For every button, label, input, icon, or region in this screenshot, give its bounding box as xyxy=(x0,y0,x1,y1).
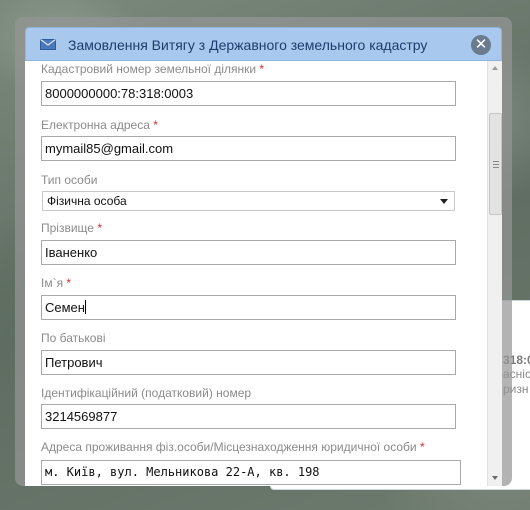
patronymic-label: По батькові xyxy=(41,331,106,345)
address-label: Адреса проживання фіз.особи/Місцезнаходж… xyxy=(41,440,425,454)
cadastral-number-input[interactable]: 8000000000:78:318:0003 xyxy=(41,81,456,106)
required-marker: * xyxy=(419,440,425,454)
form-scrollbar[interactable] xyxy=(487,61,502,486)
email-input[interactable]: mymail85@gmail.com xyxy=(41,136,456,161)
scroll-down-arrow-icon[interactable] xyxy=(492,476,498,480)
close-icon[interactable]: ✕ xyxy=(471,35,491,55)
mail-icon xyxy=(40,39,56,50)
first-name-input[interactable]: Семен xyxy=(41,295,456,320)
surname-input[interactable]: Іваненко xyxy=(41,240,456,265)
first-name-label: Ім`я * xyxy=(41,276,72,290)
form-content: Кадастровий номер земельної ділянки * 80… xyxy=(25,61,487,486)
cadastral-number-label: Кадастровий номер земельної ділянки * xyxy=(41,62,265,76)
email-label: Електронна адреса * xyxy=(41,118,158,132)
address-textarea[interactable]: м. Київ, вул. Мельникова 22-А, кв. 198 xyxy=(41,460,461,485)
dialog-title: Замовлення Витягу з Державного земельног… xyxy=(68,37,428,53)
required-marker: * xyxy=(97,221,102,235)
person-type-label: Тип особи xyxy=(41,173,98,187)
text-caret xyxy=(84,300,86,314)
scroll-up-arrow-icon[interactable] xyxy=(492,66,498,70)
chevron-down-icon xyxy=(440,199,448,204)
required-marker: * xyxy=(259,62,265,76)
scrollbar-thumb[interactable] xyxy=(489,113,502,215)
surname-label: Прізвище * xyxy=(41,221,102,235)
extract-order-dialog: Замовлення Витягу з Державного земельног… xyxy=(15,17,512,486)
tax-id-input[interactable]: 3214569877 xyxy=(41,404,456,429)
person-type-select[interactable]: Фізична особа xyxy=(42,191,455,211)
grip-icon xyxy=(493,161,499,168)
required-marker: * xyxy=(153,118,158,132)
patronymic-input[interactable]: Петрович xyxy=(41,350,456,375)
first-name-value: Семен xyxy=(45,300,85,315)
dialog-titlebar: Замовлення Витягу з Державного земельног… xyxy=(25,27,502,61)
tax-id-label: Ідентифікаційний (податковий) номер xyxy=(41,386,252,400)
required-marker: * xyxy=(66,276,72,290)
person-type-selected: Фізична особа xyxy=(47,194,127,208)
